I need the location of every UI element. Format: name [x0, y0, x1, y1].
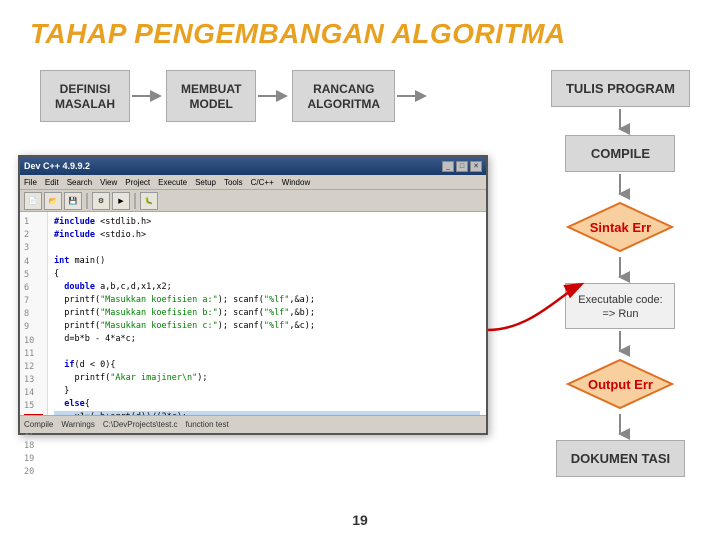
ide-toolbar: 📄 📂 💾 ⚙ ▶ 🐛 — [20, 190, 486, 212]
menu-file[interactable]: File — [24, 178, 37, 187]
ide-body: 1234567891011121314151617181920 #include… — [20, 212, 486, 433]
menu-window[interactable]: Window — [282, 178, 310, 187]
flow-box-definisi: DEFINISI MASALAH — [40, 70, 130, 122]
code-line-4: int main() — [54, 255, 480, 268]
menu-cpp[interactable]: C/C++ — [251, 178, 274, 187]
menu-project[interactable]: Project — [125, 178, 150, 187]
down-arrow-3 — [610, 255, 630, 283]
ide-controls: _ □ ✕ — [442, 161, 482, 172]
code-line-9: printf("Masukkan koefisien c:"); scanf("… — [54, 320, 480, 333]
arrow-1 — [130, 84, 166, 108]
page-title: TAHAP PENGEMBANGAN ALGORITMA — [30, 18, 690, 50]
code-line-1: #include <stdlib.h> — [54, 216, 480, 229]
toolbar-open[interactable]: 📂 — [44, 192, 62, 210]
toolbar-debug[interactable]: 🐛 — [140, 192, 158, 210]
code-line-15: else{ — [54, 398, 480, 411]
page: TAHAP PENGEMBANGAN ALGORITMA DEFINISI MA… — [0, 0, 720, 540]
status-compile: Compile — [24, 420, 53, 429]
status-path: C:\DevProjects\test.c — [103, 420, 178, 429]
ide-statusbar: Compile Warnings C:\DevProjects\test.c f… — [20, 415, 486, 433]
toolbar-new[interactable]: 📄 — [24, 192, 42, 210]
arrow-2 — [256, 84, 292, 108]
maximize-button[interactable]: □ — [456, 161, 468, 172]
code-line-13: printf("Akar imajiner\n"); — [54, 372, 480, 385]
toolbar-sep2 — [134, 193, 136, 209]
code-area[interactable]: #include <stdlib.h> #include <stdio.h> i… — [48, 212, 486, 433]
down-arrow-1 — [610, 107, 630, 135]
toolbar-compile[interactable]: ⚙ — [92, 192, 110, 210]
down-arrow-2 — [610, 172, 630, 200]
code-line-11 — [54, 346, 480, 359]
code-line-10: d=b*b - 4*a*c; — [54, 333, 480, 346]
right-panel: TULIS PROGRAM COMPILE Sintak Err — [551, 70, 690, 477]
code-line-8: printf("Masukkan koefisien b:"); scanf("… — [54, 307, 480, 320]
ide-window: Dev C++ 4.9.9.2 _ □ ✕ File Edit Search V… — [18, 155, 488, 435]
menu-setup[interactable]: Setup — [195, 178, 216, 187]
code-line-3 — [54, 242, 480, 255]
code-line-14: } — [54, 385, 480, 398]
menu-edit[interactable]: Edit — [45, 178, 59, 187]
ide-titlebar: Dev C++ 4.9.9.2 _ □ ✕ — [20, 157, 486, 175]
arrow-3 — [395, 84, 431, 108]
output-err-diamond: Output Err — [565, 357, 675, 412]
flow-box-rancang: RANCANGALGORITMA — [292, 70, 395, 122]
status-function: function test — [186, 420, 229, 429]
status-warnings: Warnings — [61, 420, 95, 429]
ide-menubar: File Edit Search View Project Execute Se… — [20, 175, 486, 190]
code-line-5: { — [54, 268, 480, 281]
close-button[interactable]: ✕ — [470, 161, 482, 172]
page-number: 19 — [352, 512, 368, 528]
dokumentasi-box: DOKUMEN TASI — [556, 440, 685, 477]
down-arrow-4 — [610, 329, 630, 357]
toolbar-run[interactable]: ▶ — [112, 192, 130, 210]
compile-box: COMPILE — [565, 135, 675, 172]
code-line-2: #include <stdio.h> — [54, 229, 480, 242]
toolbar-sep1 — [86, 193, 88, 209]
ide-title: Dev C++ 4.9.9.2 — [24, 161, 90, 171]
line-numbers: 1234567891011121314151617181920 — [20, 212, 48, 433]
down-arrow-5 — [610, 412, 630, 440]
flow-box-membuat: MEMBUATMODEL — [166, 70, 256, 122]
menu-search[interactable]: Search — [67, 178, 92, 187]
code-line-6: double a,b,c,d,x1,x2; — [54, 281, 480, 294]
menu-execute[interactable]: Execute — [158, 178, 187, 187]
menu-tools[interactable]: Tools — [224, 178, 243, 187]
toolbar-save[interactable]: 💾 — [64, 192, 82, 210]
sintak-err-diamond: Sintak Err — [565, 200, 675, 255]
menu-view[interactable]: View — [100, 178, 117, 187]
code-line-12: if(d < 0){ — [54, 359, 480, 372]
code-line-7: printf("Masukkan koefisien a:"); scanf("… — [54, 294, 480, 307]
tulis-program-box: TULIS PROGRAM — [551, 70, 690, 107]
executable-box: Executable code: => Run — [565, 283, 675, 329]
minimize-button[interactable]: _ — [442, 161, 454, 172]
